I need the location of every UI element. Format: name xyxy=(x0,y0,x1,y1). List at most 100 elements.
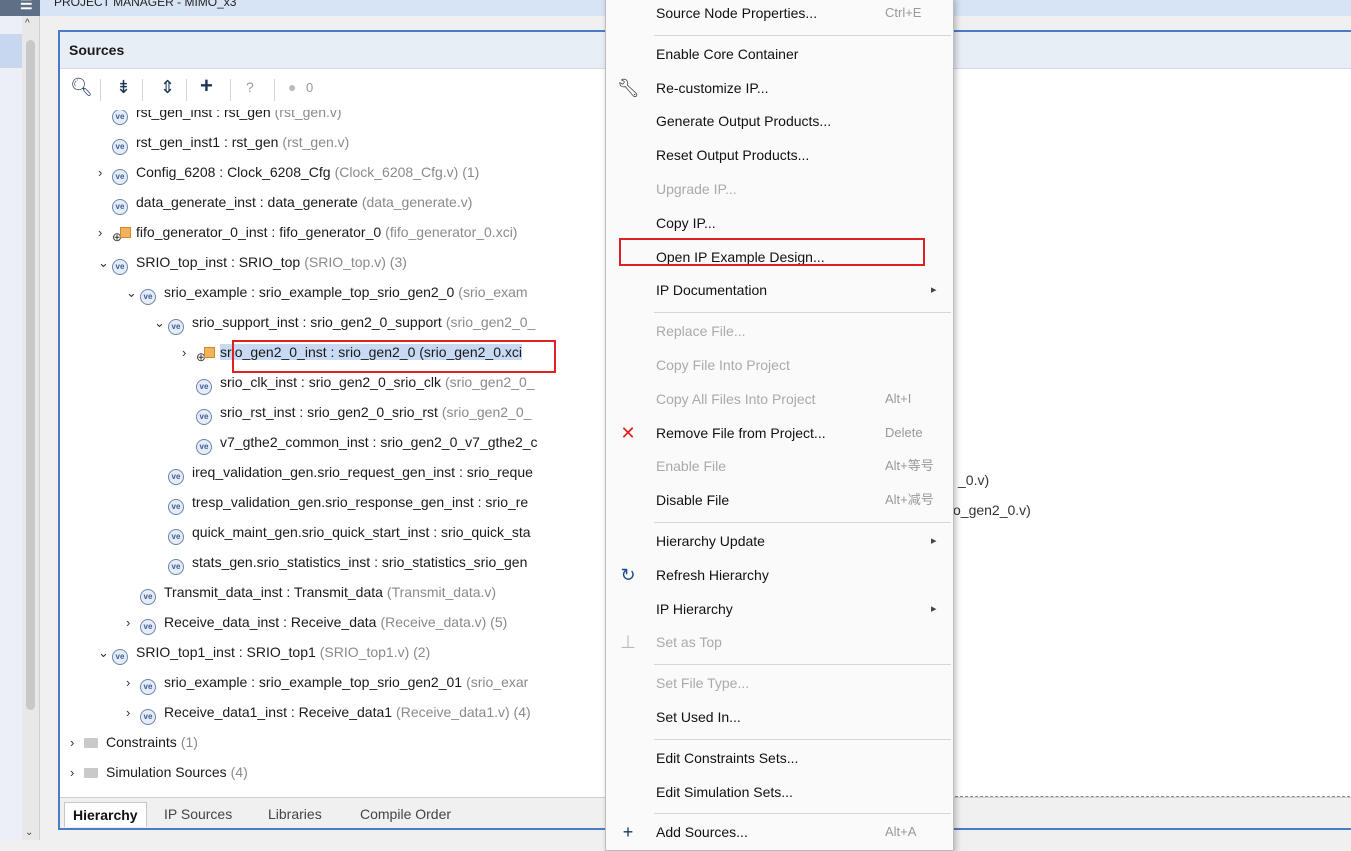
plus-icon: + xyxy=(622,822,634,843)
menu-item-enable-core-container[interactable]: Enable Core Container xyxy=(606,39,953,69)
collapse-chevron-icon[interactable]: ⌄ xyxy=(154,311,168,335)
expand-chevron-icon[interactable]: › xyxy=(98,161,112,185)
menu-item-set-used-in[interactable]: Set Used In... xyxy=(606,702,953,732)
tree-row[interactable]: › Constraints (1) xyxy=(70,730,198,754)
menu-item-generate-output-products[interactable]: Generate Output Products... xyxy=(606,106,953,136)
tree-row-file: (rst_gen.v) xyxy=(274,110,342,120)
verilog-file-icon: ve xyxy=(168,469,184,485)
menu-item-hierarchy-update[interactable]: Hierarchy Update ▸ xyxy=(606,526,953,556)
tree-row[interactable]: ve data_generate_inst : data_generate (dat… xyxy=(98,190,472,215)
expand-chevron-icon[interactable]: › xyxy=(126,671,140,695)
menu-item-edit-simulation-sets[interactable]: Edit Simulation Sets... xyxy=(606,777,953,807)
tree-row[interactable]: › Simulation Sources (4) xyxy=(70,760,248,784)
tree-row[interactable]: › ve Receive_data1_inst : Receive_data1 (Re… xyxy=(126,700,531,725)
tree-row[interactable]: ⌄ ve SRIO_top1_inst : SRIO_top1 (SRIO_top1.… xyxy=(98,640,431,665)
tree-row[interactable]: ve quick_maint_gen.srio_quick_start_inst … xyxy=(154,520,531,545)
tree-row[interactable]: ve ireq_validation_gen.srio_request_gen_i… xyxy=(154,460,533,485)
menu-icon[interactable]: ☰ xyxy=(0,0,40,16)
collapse-chevron-icon[interactable]: ⌄ xyxy=(98,641,112,665)
menu-item-label: Re-customize IP... xyxy=(656,79,769,96)
expand-chevron-icon[interactable]: › xyxy=(98,221,112,245)
tree-row[interactable]: ve rst_gen_inst1 : rst_gen (rst_gen.v) xyxy=(98,130,350,155)
tab-compile-order[interactable]: Compile Order xyxy=(352,802,459,826)
expand-all-icon[interactable]: ⇕ xyxy=(160,77,175,98)
scroll-up-icon[interactable]: ^ xyxy=(25,18,30,29)
help-icon[interactable]: ? xyxy=(246,79,254,95)
tree-row[interactable]: ⌄ ve srio_example : srio_example_top_srio_… xyxy=(126,280,528,305)
menu-item-re-customize-ip[interactable]: 🔧︎ Re-customize IP... xyxy=(606,73,953,103)
expand-chevron-icon[interactable]: › xyxy=(126,701,140,725)
menu-item-upgrade-ip: Upgrade IP... xyxy=(606,174,953,204)
verilog-file-icon: ve xyxy=(168,319,184,335)
menu-separator xyxy=(654,312,951,314)
add-sources-icon[interactable]: + xyxy=(200,73,213,99)
menu-item-label: Disable File xyxy=(656,492,730,509)
menu-item-label: Source Node Properties... xyxy=(656,5,818,21)
tree-row-file: (SRIO_top.v) (3) xyxy=(304,254,407,270)
tab-ip-sources[interactable]: IP Sources xyxy=(156,802,240,826)
tab-hierarchy[interactable]: Hierarchy xyxy=(64,802,147,827)
verilog-file-icon: ve xyxy=(168,529,184,545)
scrollbar-thumb[interactable] xyxy=(26,40,35,710)
menu-item-remove-file-from-project[interactable]: ✕ Remove File from Project... Delete xyxy=(606,418,953,448)
tree-row[interactable]: ve srio_clk_inst : srio_gen2_0_srio_clk (s… xyxy=(182,370,535,395)
highlight-box xyxy=(232,340,556,373)
expand-chevron-icon[interactable]: › xyxy=(70,731,84,755)
menu-item-copy-ip[interactable]: Copy IP... xyxy=(606,208,953,238)
tree-row-label: v7_gthe2_common_inst : srio_gen2_0_v7_gt… xyxy=(220,434,538,450)
tree-row[interactable]: › ⊕ fifo_generator_0_inst : fifo_generator… xyxy=(98,220,517,244)
menu-item-ip-documentation[interactable]: IP Documentation ▸ xyxy=(606,275,953,305)
tree-row[interactable]: ⌄ ve srio_support_inst : srio_gen2_0_suppo… xyxy=(154,310,535,335)
collapse-chevron-icon[interactable]: ⌄ xyxy=(98,251,112,275)
menu-item-ip-hierarchy[interactable]: IP Hierarchy ▸ xyxy=(606,594,953,624)
tree-row[interactable]: ⌄ ve SRIO_top_inst : SRIO_top (SRIO_top.v) … xyxy=(98,250,407,275)
tree-row[interactable]: › ve srio_example : srio_example_top_srio_… xyxy=(126,670,528,695)
menu-item-label: Set as Top xyxy=(656,634,722,651)
verilog-file-icon: ve xyxy=(112,110,128,125)
menu-item-shortcut: Delete xyxy=(885,424,923,440)
tree-row[interactable]: ve rst_gen_inst : rst_gen (rst_gen.v) xyxy=(98,110,342,125)
tree-row[interactable]: ve v7_gthe2_common_inst : srio_gen2_0_v7_… xyxy=(182,430,538,455)
menu-item-refresh-hierarchy[interactable]: ↻ Refresh Hierarchy xyxy=(606,560,953,590)
menu-item-edit-constraints-sets[interactable]: Edit Constraints Sets... xyxy=(606,743,953,773)
vertical-scrollbar[interactable]: ^ ⌄ xyxy=(22,16,40,840)
tree-row[interactable]: ve Transmit_data_inst : Transmit_data (Tra… xyxy=(126,580,496,605)
tree-row-label: Config_6208 : Clock_6208_Cfg xyxy=(136,164,331,180)
tree-row-label: rst_gen_inst1 : rst_gen xyxy=(136,134,279,150)
tree-row-file: (SRIO_top1.v) (2) xyxy=(319,644,431,660)
tree-row[interactable]: ve stats_gen.srio_statistics_inst : srio_… xyxy=(154,550,527,575)
tab-libraries[interactable]: Libraries xyxy=(260,802,330,826)
menu-item-label: Edit Constraints Sets... xyxy=(656,749,799,766)
expand-chevron-icon[interactable]: › xyxy=(126,611,140,635)
collapse-chevron-icon[interactable]: ⌄ xyxy=(126,281,140,305)
tree-row[interactable]: ve srio_rst_inst : srio_gen2_0_srio_rst (s… xyxy=(182,400,531,425)
menu-item-source-node-properties[interactable]: Source Node Properties... Ctrl+E xyxy=(606,0,953,28)
tree-row[interactable]: › ve Receive_data_inst : Receive_data (Rece… xyxy=(126,610,507,635)
menu-highlight-box xyxy=(619,238,925,266)
verilog-file-icon: ve xyxy=(112,139,128,155)
tree-row[interactable]: ve tresp_validation_gen.srio_response_gen… xyxy=(154,490,529,515)
tree-row[interactable]: › ve Config_6208 : Clock_6208_Cfg (Clock_62… xyxy=(98,160,479,185)
collapse-all-icon[interactable]: ⇟ xyxy=(116,77,131,98)
menu-item-copy-file-into-project: Copy File Into Project xyxy=(606,350,953,380)
menu-separator xyxy=(654,34,951,36)
background-text: o_gen2_0.v) xyxy=(953,502,1031,518)
tree-row-label: tresp_validation_gen.srio_response_gen_i… xyxy=(192,494,529,510)
tree-row-file: (rst_gen.v) xyxy=(282,134,350,150)
tree-row-label: Simulation Sources xyxy=(106,764,227,780)
menu-item-disable-file[interactable]: Disable File Alt+减号 xyxy=(606,485,953,515)
search-icon[interactable]: 🔍︎ xyxy=(70,77,93,98)
expand-chevron-icon[interactable]: › xyxy=(70,761,84,785)
menu-item-reset-output-products[interactable]: Reset Output Products... xyxy=(606,140,953,170)
left-strip-selection[interactable] xyxy=(0,34,22,68)
menu-item-set-as-top: ⊥ Set as Top xyxy=(606,627,953,657)
tree-row-file: (1) xyxy=(180,734,198,750)
menu-item-label: Enable File xyxy=(656,458,727,475)
scroll-down-icon[interactable]: ⌄ xyxy=(25,827,33,838)
tree-row-label: srio_rst_inst : srio_gen2_0_srio_rst xyxy=(220,404,438,420)
tree-row-label: Transmit_data_inst : Transmit_data xyxy=(164,584,383,600)
remove-icon: ✕ xyxy=(620,422,636,443)
menu-item-add-sources[interactable]: + Add Sources... Alt+A xyxy=(606,817,953,847)
expand-chevron-icon[interactable]: › xyxy=(182,341,196,365)
verilog-file-icon: ve xyxy=(168,499,184,515)
